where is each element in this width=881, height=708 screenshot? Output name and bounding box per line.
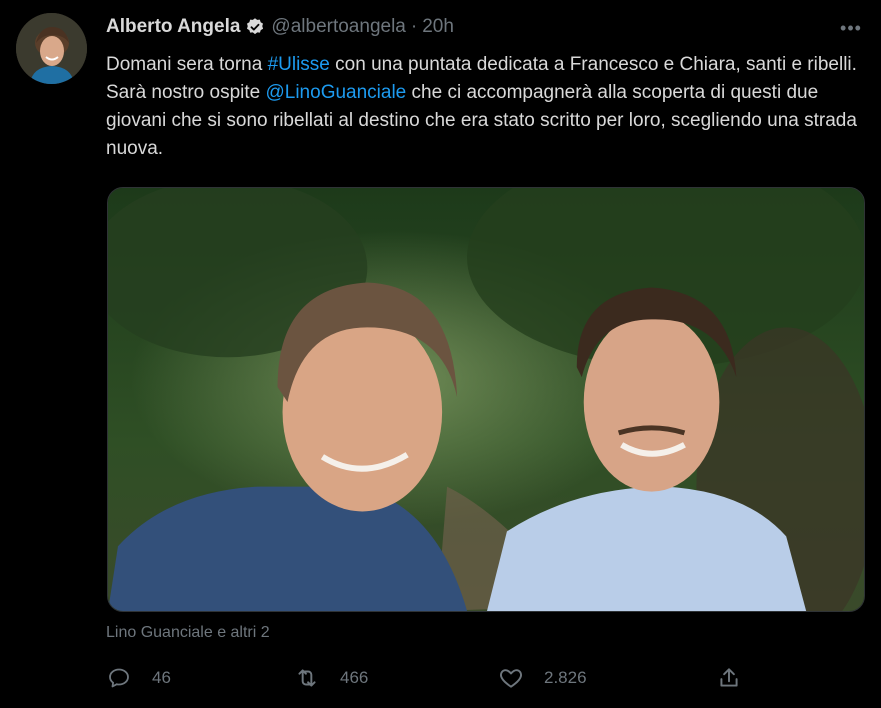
share-button[interactable] <box>716 664 742 692</box>
more-options-icon[interactable]: ••• <box>836 16 866 40</box>
separator-dot: · <box>410 16 418 37</box>
share-icon <box>716 665 742 691</box>
reply-button[interactable]: 46 <box>106 664 171 692</box>
action-bar: 46 466 2.826 <box>106 664 746 692</box>
author-handle[interactable]: @albertoangela <box>271 16 405 38</box>
mention-link[interactable]: @LinoGuanciale <box>265 82 406 103</box>
tweet-text: Domani sera torna #Ulisse con una puntat… <box>106 51 866 163</box>
tagged-people[interactable]: Lino Guanciale e altri 2 <box>106 624 270 642</box>
author-name[interactable]: Alberto Angela <box>106 16 240 38</box>
retweet-button[interactable]: 466 <box>294 664 368 692</box>
like-count: 2.826 <box>544 668 587 687</box>
retweet-count: 466 <box>340 668 369 687</box>
avatar[interactable] <box>16 13 87 84</box>
tweet: Alberto Angela @albertoangela · 20h ••• … <box>0 0 881 708</box>
retweet-icon <box>294 665 320 691</box>
reply-icon <box>106 665 132 691</box>
heart-icon <box>498 665 524 691</box>
tweet-header: Alberto Angela @albertoangela · 20h <box>106 14 454 40</box>
reply-count: 46 <box>152 668 171 687</box>
like-button[interactable]: 2.826 <box>498 664 587 692</box>
tweet-text-part1: Domani sera torna <box>106 54 268 75</box>
hashtag-link[interactable]: #Ulisse <box>268 54 330 75</box>
verified-badge-icon <box>245 17 265 37</box>
tweet-timestamp[interactable]: 20h <box>422 16 454 38</box>
tweet-photo[interactable] <box>107 187 865 612</box>
